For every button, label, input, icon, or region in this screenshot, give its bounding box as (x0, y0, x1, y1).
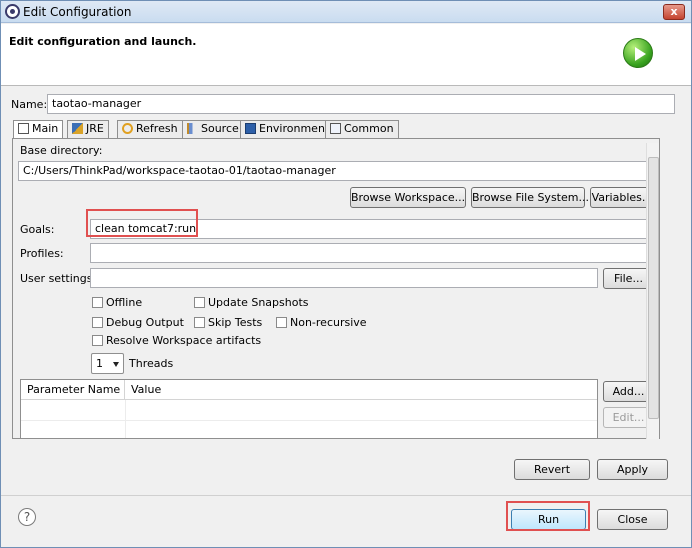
tab-refresh[interactable]: Refresh (117, 120, 183, 138)
refresh-icon (122, 123, 133, 134)
tab-source-label: Source (201, 122, 239, 135)
non-recursive-checkbox-box[interactable] (276, 317, 287, 328)
environment-icon (245, 123, 256, 134)
name-input[interactable]: taotao-manager (47, 94, 675, 114)
window-title: Edit Configuration (23, 5, 132, 19)
skip-tests-checkbox-box[interactable] (194, 317, 205, 328)
resolve-workspace-checkbox-box[interactable] (92, 335, 103, 346)
column-header-parameter-name[interactable]: Parameter Name (21, 380, 125, 400)
tab-main[interactable]: Main (13, 120, 64, 139)
table-row[interactable] (21, 420, 597, 421)
table-column-divider (125, 400, 126, 438)
update-snapshots-label: Update Snapshots (208, 296, 309, 309)
help-icon[interactable]: ? (18, 508, 36, 526)
scrollbar-thumb[interactable] (648, 157, 659, 419)
browse-file-system-button[interactable]: Browse File System... (471, 187, 589, 208)
run-highlight-annotation (506, 501, 590, 531)
non-recursive-label: Non-recursive (290, 316, 367, 329)
offline-checkbox[interactable]: Offline (92, 296, 142, 309)
close-window-button[interactable]: x (663, 4, 685, 20)
name-label: Name: (11, 98, 48, 111)
goals-highlight-annotation (86, 209, 198, 237)
tab-jre-label: JRE (86, 122, 104, 135)
base-directory-label: Base directory: (20, 144, 103, 157)
threads-label: Threads (129, 357, 174, 370)
base-directory-input[interactable]: C:/Users/ThinkPad/workspace-taotao-01/ta… (18, 161, 654, 181)
resolve-workspace-label: Resolve Workspace artifacts (106, 334, 262, 347)
column-header-value[interactable]: Value (125, 380, 597, 400)
update-snapshots-checkbox[interactable]: Update Snapshots (194, 296, 309, 309)
tab-environment[interactable]: Environment (240, 120, 335, 138)
footer-divider (1, 495, 691, 496)
parameter-table[interactable]: Parameter Name Value (20, 379, 598, 439)
update-snapshots-checkbox-box[interactable] (194, 297, 205, 308)
revert-button[interactable]: Revert (514, 459, 590, 480)
dialog-banner: Edit configuration and launch. (1, 24, 691, 86)
tab-source[interactable]: Source (182, 120, 244, 138)
user-settings-input[interactable] (90, 268, 598, 288)
chevron-down-icon (113, 362, 119, 367)
offline-checkbox-box[interactable] (92, 297, 103, 308)
variables-button[interactable]: Variables... (590, 187, 654, 208)
tab-main-label: Main (32, 122, 59, 135)
title-bar: Edit Configuration x (1, 1, 691, 23)
tab-environment-label: Environment (259, 122, 330, 135)
goals-label: Goals: (20, 223, 55, 236)
skip-tests-label: Skip Tests (208, 316, 263, 329)
tab-common[interactable]: Common (325, 120, 399, 138)
browse-workspace-button[interactable]: Browse Workspace... (350, 187, 466, 208)
threads-select[interactable]: 1 (91, 353, 124, 374)
source-icon (187, 123, 198, 134)
profiles-label: Profiles: (20, 247, 64, 260)
tab-common-label: Common (344, 122, 394, 135)
offline-label: Offline (106, 296, 143, 309)
debug-output-label: Debug Output (106, 316, 184, 329)
tab-jre[interactable]: JRE (67, 120, 109, 138)
profiles-input[interactable] (90, 243, 654, 263)
debug-output-checkbox-box[interactable] (92, 317, 103, 328)
panel-scrollbar[interactable] (646, 143, 659, 439)
threads-value: 1 (96, 357, 103, 370)
app-icon (5, 4, 20, 19)
run-launch-icon (623, 38, 653, 68)
jre-icon (72, 123, 83, 134)
close-button[interactable]: Close (597, 509, 668, 530)
apply-button[interactable]: Apply (597, 459, 668, 480)
common-icon (330, 123, 341, 134)
user-settings-label: User settings: (20, 272, 97, 285)
skip-tests-checkbox[interactable]: Skip Tests (194, 316, 262, 329)
main-tab-icon (18, 123, 29, 134)
debug-output-checkbox[interactable]: Debug Output (92, 316, 184, 329)
edit-configuration-dialog: Edit Configuration x Edit configuration … (0, 0, 692, 548)
tab-refresh-label: Refresh (136, 122, 178, 135)
banner-title: Edit configuration and launch. (9, 35, 197, 48)
non-recursive-checkbox[interactable]: Non-recursive (276, 316, 367, 329)
resolve-workspace-checkbox[interactable]: Resolve Workspace artifacts (92, 334, 261, 347)
